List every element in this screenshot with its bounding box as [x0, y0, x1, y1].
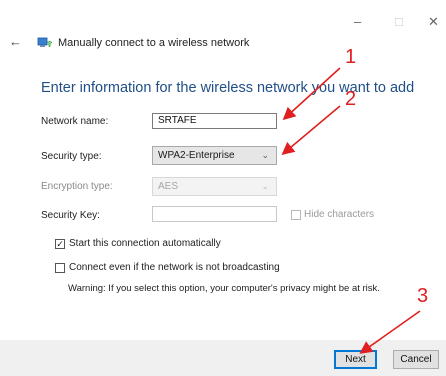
annotation-arrows [281, 67, 421, 354]
annotation-number-3: 3 [417, 285, 429, 307]
arrow-3 [359, 310, 421, 354]
annotation-number-1: 1 [345, 46, 357, 68]
arrow-1 [282, 67, 341, 121]
arrow-2 [281, 105, 341, 156]
annotation-number-2: 2 [345, 88, 357, 110]
